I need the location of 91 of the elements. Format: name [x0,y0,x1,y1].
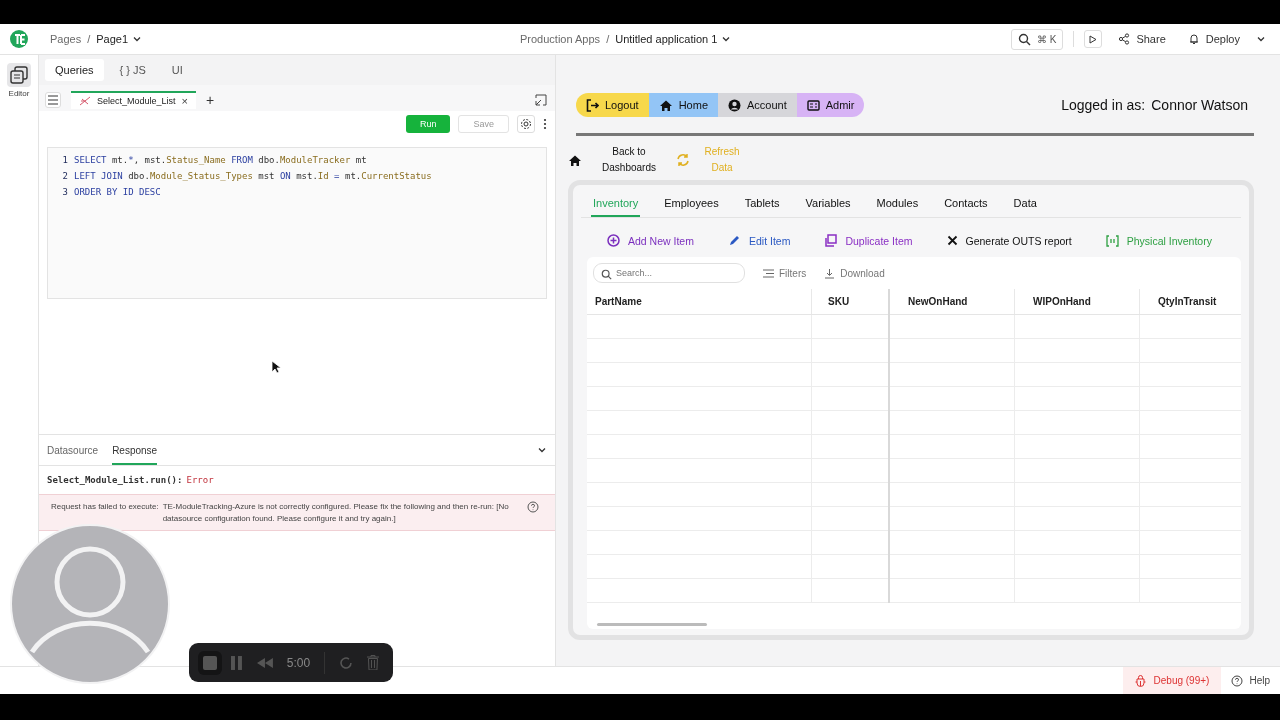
code-line: LEFT JOIN dbo.Module_Status_Types mst ON mst.Id = mt.CurrentStatus [74,171,432,181]
recording-time: 5:00 [286,655,311,670]
editor-label: Editor [8,89,30,98]
pause-icon[interactable] [230,655,243,670]
id-card-icon [806,99,820,111]
logged-in-label: Logged in as: [1061,97,1146,113]
breadcrumb-link[interactable]: Pages [50,33,82,45]
maximize-icon[interactable] [535,94,547,106]
error-status: Error [186,475,214,485]
line-number: 1 [61,155,69,165]
line-number: 3 [61,187,69,197]
app-tab[interactable]: Variables [803,189,853,217]
nav-button[interactable]: Logout [576,93,649,117]
settings-icon[interactable] [517,115,535,133]
page-selector[interactable]: Page1 [96,33,129,45]
rewind-icon[interactable] [256,657,273,668]
breadcrumb-separator: / [87,33,91,45]
panel-tab[interactable]: Queries [45,59,104,81]
app-name[interactable]: Untitled application 1 [615,33,718,45]
close-icon [946,235,958,246]
help-icon[interactable] [527,501,539,513]
plus-circle-icon [607,234,620,247]
line-number: 2 [61,171,69,181]
app-tab[interactable]: Employees [662,189,721,217]
app-tab[interactable]: Data [1011,189,1039,217]
link-button[interactable]: Back to Dashboards [594,144,664,176]
user-icon [728,98,741,112]
error-detail: TE-ModuleTracking-Azure is not correctly configured. Please fix the following and then re-run: [No datasource configuration found. Please configure it and try again.] [162,501,510,525]
query-tab[interactable]: Select_Module_List × [71,91,196,109]
action-button[interactable]: Add New Item [607,234,694,247]
response-tab[interactable]: Response [112,445,158,465]
column-header[interactable]: SKU [811,289,889,315]
debug-button[interactable]: Debug (99+) [1122,667,1222,694]
app-tab[interactable]: Tablets [742,189,782,217]
run-call: Select_Module_List.run(): [47,475,183,485]
code-line: SELECT mt.*, mst.Status_Name FROM dbo.ModuleTracker mt [74,155,367,165]
help-button[interactable]: Help [1221,667,1280,694]
error-label: Request has failed to execute: [51,501,159,513]
nav-button[interactable]: Account [718,93,797,117]
column-header[interactable]: PartName [587,289,812,315]
copy-icon [824,234,838,247]
search-button[interactable]: ⌘ K [1010,28,1064,50]
response-tab[interactable]: Datasource [47,445,99,465]
deploy-button[interactable]: Deploy [1181,33,1246,45]
download-button[interactable]: Download [824,267,885,279]
chevron-down-icon[interactable] [1256,34,1266,44]
share-icon [1118,33,1131,45]
close-icon[interactable]: × [181,95,188,107]
breadcrumb-separator: / [606,33,610,45]
app-tab[interactable]: Contacts [942,189,990,217]
chevron-down-icon[interactable] [537,445,547,455]
help-icon [1231,674,1244,687]
app-tab[interactable]: Modules [874,189,921,217]
cursor-icon [271,360,281,374]
preview-button[interactable] [1084,30,1103,48]
search-field[interactable]: Search... [593,263,745,283]
bell-icon [1187,33,1200,45]
share-button[interactable]: Share [1112,33,1172,45]
chevron-down-icon[interactable] [721,34,732,44]
nav-button[interactable]: Home [648,93,718,117]
filter-icon [763,268,774,278]
workspace-link[interactable]: Production Apps [520,33,601,45]
logout-icon [586,98,599,112]
bug-icon [1134,674,1146,687]
home-icon [658,98,673,112]
panel-tab[interactable]: { } JS [109,59,156,81]
query-icon [79,96,91,106]
action-button[interactable]: Duplicate Item [824,234,913,247]
pencil-icon [727,234,741,247]
column-header[interactable]: NewOnHand [889,289,1015,315]
column-header[interactable]: WIPOnHand [1014,289,1140,315]
menu-icon[interactable] [45,92,61,108]
home-icon[interactable] [568,153,582,167]
more-icon[interactable] [543,118,547,130]
code-line: ORDER BY ID DESC [74,187,161,197]
action-button[interactable]: Generate OUTS report [946,234,1072,247]
restart-icon[interactable] [339,655,354,670]
add-tab-button[interactable]: + [206,92,215,108]
column-header[interactable]: QtyInTransit [1139,289,1241,315]
nav-button[interactable]: Admir [796,93,865,117]
download-icon [824,267,836,279]
chevron-down-icon[interactable] [132,34,143,44]
panel-tab[interactable]: UI [161,59,193,81]
play-icon [1089,34,1098,44]
filters-button[interactable]: Filters [763,267,807,279]
scan-icon [1105,234,1119,247]
search-icon [1017,32,1031,46]
code-editor[interactable]: 1 SELECT mt.*, mst.Status_Name FROM dbo.ModuleTracker mt 2 LEFT JOIN dbo.Module_Status_Types mst ON mst.Id = mt.CurrentStatus 3 ORDER BY ID DESC [47,147,547,299]
editor-icon[interactable] [7,63,31,87]
action-button[interactable]: Edit Item [727,234,791,247]
user-name: Connor Watson [1151,97,1248,113]
